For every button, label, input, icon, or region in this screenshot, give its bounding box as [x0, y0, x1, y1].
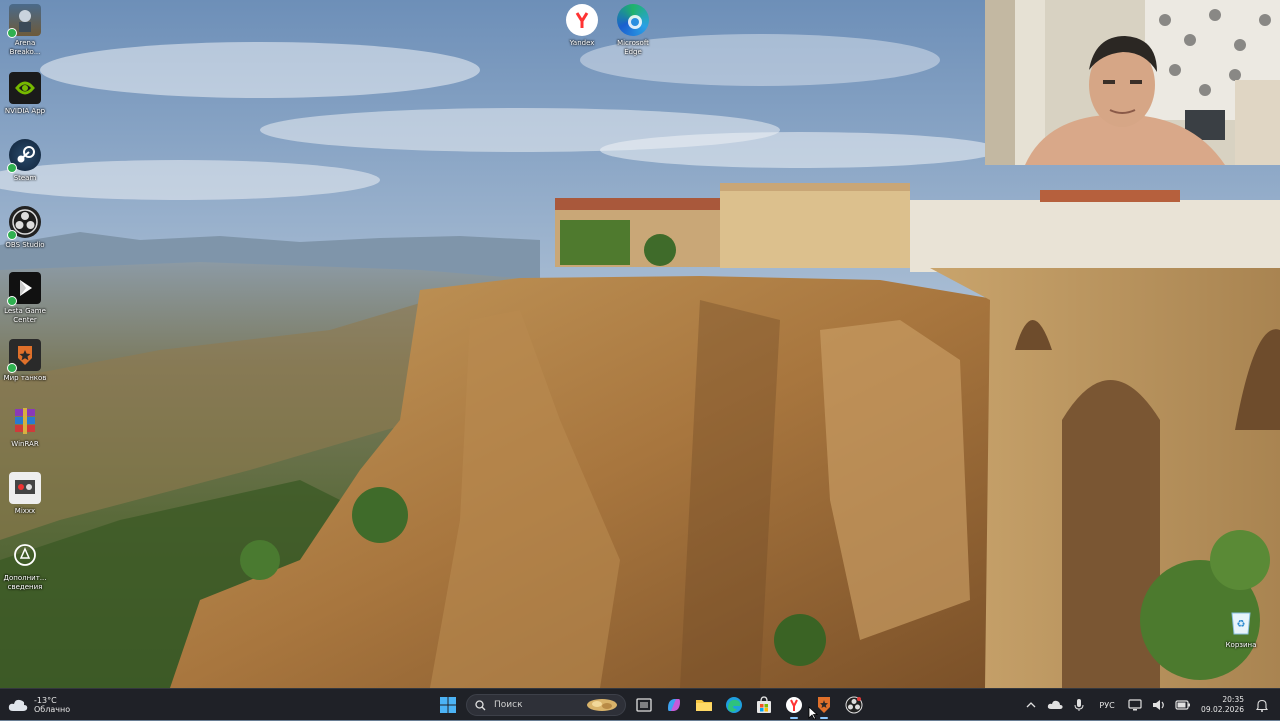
- recycle-bin-icon: ♻: [1225, 606, 1257, 638]
- desktop-icon-winrar[interactable]: WinRAR: [0, 405, 50, 449]
- nvidia-icon: [9, 72, 41, 104]
- desktop-icon-label: NVIDIA App: [4, 107, 46, 115]
- onedrive-icon: [1047, 700, 1063, 709]
- weather-condition: Облачно: [34, 705, 71, 714]
- desktop-icon-label: Yandex: [569, 39, 595, 47]
- mir-tankov-icon: [7, 339, 41, 373]
- desktop-icon-yandex[interactable]: Yandex: [557, 4, 607, 48]
- store-icon: [757, 696, 771, 713]
- battery-icon: [1175, 700, 1191, 710]
- start-button[interactable]: [436, 693, 460, 717]
- task-view-icon: [636, 698, 652, 712]
- edge-button[interactable]: [722, 693, 746, 717]
- mixxx-icon: [9, 472, 41, 504]
- desktop-icon-additional-info[interactable]: Дополнит... сведения: [0, 539, 50, 592]
- microphone-icon: [1074, 699, 1084, 711]
- desktop-icon-label: Мир танков: [3, 374, 47, 382]
- edge-icon: [726, 697, 742, 713]
- network-icon: [1128, 699, 1142, 711]
- cloud-icon: [8, 699, 28, 711]
- yandex-icon: [566, 4, 598, 36]
- search-highlight-icon: [587, 699, 617, 711]
- desktop-icon-label: Дополнит... сведения: [3, 574, 47, 591]
- weather-temperature: -13°C: [34, 696, 57, 705]
- desktop-icon-label: WinRAR: [11, 440, 39, 448]
- webcam-overlay: [985, 0, 1280, 165]
- desktop-icon-recycle-bin[interactable]: ♻ Корзина: [1216, 606, 1266, 650]
- language-indicator[interactable]: РУС: [1091, 693, 1123, 717]
- desktop-icon-mir-tankov[interactable]: Мир танков: [0, 339, 50, 383]
- edge-icon: [617, 4, 649, 36]
- steam-icon: [7, 139, 41, 173]
- tray-network-button[interactable]: [1123, 693, 1147, 717]
- desktop-icon-label: OBS Studio: [5, 241, 45, 249]
- taskbar: -13°C Облачно Поиск РУС 20:35 09.02.2026: [0, 688, 1280, 720]
- desktop-icon-lesta-game-center[interactable]: Lesta Game Center: [0, 272, 50, 325]
- desktop-icon-mixxx[interactable]: Mixxx: [0, 472, 50, 516]
- weather-widget[interactable]: -13°C Облачно: [8, 693, 70, 717]
- tray-notifications-button[interactable]: [1250, 693, 1280, 717]
- copilot-icon: [668, 699, 680, 711]
- desktop-icon-arena-breakout[interactable]: Arena Breako...: [0, 4, 50, 57]
- winrar-icon: [9, 405, 41, 437]
- mir-tankov-icon: [818, 697, 830, 713]
- notification-bell-icon: [1256, 699, 1268, 712]
- lesta-icon: [7, 272, 41, 306]
- start-icon: [440, 697, 456, 713]
- taskbar-apps: Поиск: [436, 691, 866, 719]
- search-icon: [475, 699, 486, 710]
- search-placeholder: Поиск: [494, 700, 523, 710]
- obs-taskbar-button[interactable]: [842, 693, 866, 717]
- desktop-icon-label: Arena Breako...: [9, 39, 41, 56]
- system-tray: РУС 20:35 09.02.2026: [1019, 689, 1280, 721]
- tray-microphone-button[interactable]: [1067, 693, 1091, 717]
- task-view-button[interactable]: [632, 693, 656, 717]
- desktop-icon-label: Microsoft Edge: [617, 39, 649, 56]
- taskbar-clock[interactable]: 20:35 09.02.2026: [1195, 695, 1250, 715]
- taskbar-search[interactable]: Поиск: [466, 694, 626, 716]
- obs-icon: [7, 206, 41, 240]
- yandex-browser-button[interactable]: [782, 693, 806, 719]
- desktop-icon-label: Mixxx: [14, 507, 36, 515]
- obs-icon: [845, 696, 863, 714]
- desktop-icon-steam[interactable]: Steam: [0, 139, 50, 183]
- desktop-icon-label: Steam: [13, 174, 37, 182]
- info-icon: [9, 539, 41, 571]
- desktop-icon-nvidia-app[interactable]: NVIDIA App: [0, 72, 50, 116]
- arena-breakout-icon: [7, 4, 41, 38]
- clock-date: 09.02.2026: [1201, 705, 1244, 714]
- copilot-button[interactable]: [662, 693, 686, 717]
- desktop-icon-label: Корзина: [1225, 641, 1257, 649]
- desktop-icon-microsoft-edge[interactable]: Microsoft Edge: [608, 4, 658, 57]
- file-explorer-icon: [696, 700, 712, 711]
- yandex-browser-icon: [786, 697, 802, 713]
- tray-overflow-button[interactable]: [1019, 693, 1043, 717]
- tray-onedrive-button[interactable]: [1043, 693, 1067, 717]
- file-explorer-button[interactable]: [692, 693, 716, 717]
- svg-text:♻: ♻: [1237, 619, 1246, 630]
- volume-icon: [1153, 700, 1164, 710]
- mouse-cursor-icon: [808, 706, 818, 720]
- store-button[interactable]: [752, 693, 776, 717]
- tray-volume-button[interactable]: [1147, 693, 1171, 717]
- clock-time: 20:35: [1222, 695, 1244, 704]
- desktop-icon-label: Lesta Game Center: [4, 307, 46, 324]
- chevron-up-icon: [1026, 702, 1036, 708]
- desktop-icon-obs-studio[interactable]: OBS Studio: [0, 206, 50, 250]
- tray-battery-button[interactable]: [1171, 693, 1195, 717]
